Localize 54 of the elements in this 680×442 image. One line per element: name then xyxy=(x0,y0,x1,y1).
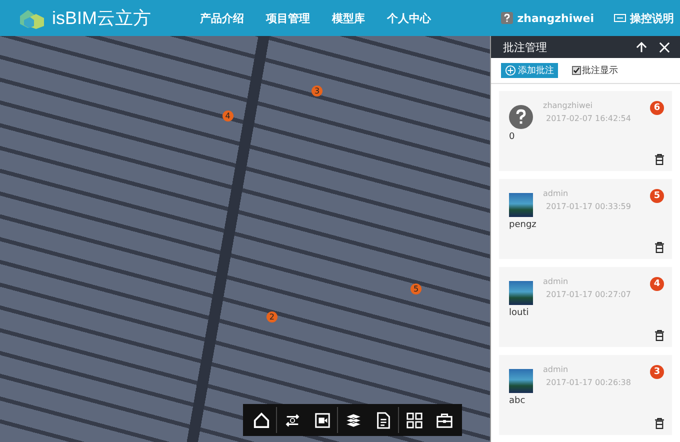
trash-icon[interactable] xyxy=(655,242,664,253)
checkbox[interactable] xyxy=(572,66,581,75)
username: zhangzhiwei xyxy=(517,12,594,24)
comment-number-badge: 4 xyxy=(650,277,664,291)
nav-link[interactable]: 模型库 xyxy=(332,10,365,26)
plus-circle-icon xyxy=(505,65,516,76)
comment-text: louti xyxy=(509,308,530,318)
camera-arrows-icon xyxy=(284,412,300,428)
checkbox-label: 批注显示 xyxy=(582,64,618,77)
comment-time: 2017-02-07 16:42:54 xyxy=(545,114,631,123)
question-avatar-icon xyxy=(509,105,533,129)
trash-icon[interactable] xyxy=(655,330,664,341)
trash-icon[interactable] xyxy=(655,154,664,165)
annotation-pin[interactable]: 4 xyxy=(222,110,234,122)
comment-author: admin xyxy=(543,277,570,286)
document-icon xyxy=(374,412,392,428)
help-link[interactable]: 操控说明 xyxy=(614,10,674,26)
comment-author: admin xyxy=(543,189,570,198)
comment-author: admin xyxy=(543,365,570,374)
nav-link[interactable]: 个人中心 xyxy=(387,10,431,26)
add-annotation-button[interactable]: 添加批注 xyxy=(501,63,558,78)
comment-time: 2017-01-17 00:33:59 xyxy=(545,202,631,211)
avatar-photo-placeholder xyxy=(509,281,533,305)
question-avatar-icon xyxy=(501,12,514,24)
comment-number-badge: 6 xyxy=(650,101,664,115)
model-view-drawing[interactable]: 3 4 5 2 xyxy=(0,36,490,442)
layers-icon xyxy=(344,412,362,428)
avatar-photo-placeholder xyxy=(509,193,533,217)
comment-number-badge: 5 xyxy=(650,189,664,203)
user-link[interactable]: zhangzhiwei xyxy=(501,10,594,26)
grid-icon xyxy=(406,412,422,428)
annotation-pin[interactable]: 3 xyxy=(312,85,323,96)
panel-title: 批注管理 xyxy=(503,40,547,54)
comment-text: 0 xyxy=(509,132,516,142)
brand-name: isBIM云立方 xyxy=(52,7,151,30)
close-icon[interactable] xyxy=(659,42,670,52)
help-label: 操控说明 xyxy=(630,10,674,26)
comment-number-badge: 3 xyxy=(650,365,664,379)
annotation-pin[interactable]: 5 xyxy=(410,284,422,295)
toolbox-icon xyxy=(436,412,452,428)
comment-time: 2017-01-17 00:26:38 xyxy=(545,378,631,387)
home-icon xyxy=(252,412,270,428)
nav-link[interactable]: 产品介绍 xyxy=(200,10,244,26)
comment-text: abc xyxy=(509,396,526,406)
avatar-photo-placeholder xyxy=(509,369,533,393)
video-icon xyxy=(314,412,330,428)
up-arrow-icon[interactable] xyxy=(636,42,647,52)
annotation-pin[interactable]: 2 xyxy=(266,311,278,322)
show-annotations-checkbox[interactable]: 批注显示 xyxy=(572,64,618,77)
comment-time: 2017-01-17 00:27:07 xyxy=(545,290,631,299)
comment-author: zhangzhiwei xyxy=(543,101,594,110)
trash-icon[interactable] xyxy=(655,418,664,429)
nav-link[interactable]: 项目管理 xyxy=(266,10,310,26)
comment-text: pengz xyxy=(509,220,538,230)
